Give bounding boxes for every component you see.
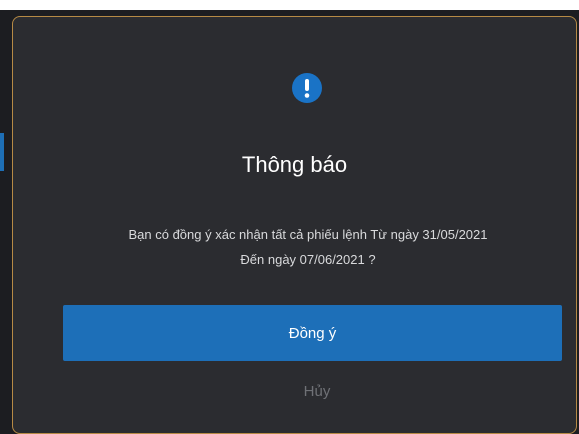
dialog-message-line-1: Bạn có đồng ý xác nhận tất cả phiếu lệnh… — [128, 227, 488, 242]
background-highlight — [0, 133, 4, 171]
exclamation-circle-icon — [292, 73, 322, 103]
cancel-button[interactable]: Hủy — [287, 377, 347, 405]
confirm-dialog: Thông báo Bạn có đồng ý xác nhận tất cả … — [12, 16, 577, 434]
dialog-message-line-2: Đến ngày 07/06/2021 ? — [240, 252, 376, 267]
dialog-message: Bạn có đồng ý xác nhận tất cả phiếu lệnh… — [53, 222, 563, 272]
confirm-button[interactable]: Đồng ý — [63, 305, 562, 361]
dialog-title: Thông báo — [241, 152, 348, 177]
